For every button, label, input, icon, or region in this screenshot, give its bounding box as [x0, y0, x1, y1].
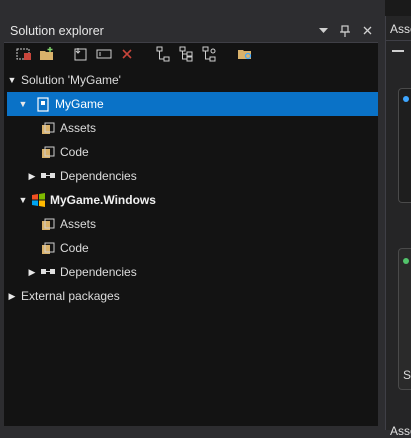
panel-titlebar: Solution explorer	[4, 19, 378, 43]
code-folder-icon	[40, 144, 56, 160]
solution-tree: ▼ Solution 'MyGame' ▼ MyGame Assets Code…	[4, 68, 378, 308]
sync-icon[interactable]	[199, 45, 219, 63]
expand-all-icon[interactable]	[153, 45, 173, 63]
asset-card-label: S	[403, 368, 411, 382]
solution-explorer-panel: Solution explorer ▼ Solution 'MyGame' ▼ …	[4, 19, 378, 426]
tree-item-code[interactable]: Code	[4, 140, 378, 164]
assets-folder-icon	[40, 120, 56, 136]
close-icon[interactable]	[356, 21, 378, 41]
project-label: MyGame	[55, 97, 104, 111]
panel-toolbar	[4, 43, 378, 65]
code-label: Code	[60, 241, 89, 255]
asset-panel-title[interactable]: Asse	[390, 22, 411, 36]
collapsed-arrow-icon[interactable]: ▶	[6, 290, 18, 302]
asset-panel-tab[interactable]: Asse	[390, 424, 411, 438]
external-packages-label: External packages	[21, 289, 120, 303]
import-icon[interactable]	[71, 45, 91, 63]
top-edge-strip	[385, 0, 411, 16]
status-dot-icon	[403, 258, 409, 264]
new-project-icon[interactable]	[14, 45, 34, 63]
tree-item-assets[interactable]: Assets	[4, 212, 378, 236]
collapsed-arrow-icon[interactable]: ▶	[26, 170, 38, 182]
minus-icon[interactable]	[392, 50, 404, 52]
dependencies-label: Dependencies	[60, 169, 137, 183]
expand-arrow-icon[interactable]: ▼	[6, 74, 18, 86]
windows-logo-icon	[30, 192, 46, 208]
expand-arrow-icon[interactable]: ▼	[17, 194, 29, 206]
add-folder-icon[interactable]	[37, 45, 57, 63]
assets-label: Assets	[60, 217, 97, 231]
pin-icon[interactable]	[334, 21, 356, 41]
collapsed-arrow-icon[interactable]: ▶	[26, 266, 38, 278]
assets-label: Assets	[60, 121, 97, 135]
show-files-icon[interactable]	[235, 45, 255, 63]
rename-icon[interactable]	[94, 45, 114, 63]
tree-item-assets[interactable]: Assets	[4, 116, 378, 140]
asset-card[interactable]	[398, 88, 411, 203]
tree-item-code[interactable]: Code	[4, 236, 378, 260]
dependencies-label: Dependencies	[60, 265, 137, 279]
code-folder-icon	[40, 240, 56, 256]
tree-item-external-packages[interactable]: ▶ External packages	[4, 284, 378, 308]
panel-title: Solution explorer	[10, 23, 104, 38]
status-dot-icon	[403, 96, 409, 102]
collapse-all-icon[interactable]	[176, 45, 196, 63]
delete-icon[interactable]	[117, 45, 137, 63]
tree-item-solution[interactable]: ▼ Solution 'MyGame'	[4, 68, 378, 92]
project-label: MyGame.Windows	[50, 193, 156, 207]
assets-folder-icon	[40, 216, 56, 232]
divider	[386, 40, 411, 41]
tree-item-dependencies[interactable]: ▶ Dependencies	[4, 260, 378, 284]
chevron-down-icon[interactable]	[312, 21, 334, 41]
tree-item-dependencies[interactable]: ▶ Dependencies	[4, 164, 378, 188]
tree-item-project-mygame[interactable]: ▼ MyGame	[7, 92, 378, 116]
tree-item-project-windows[interactable]: ▼ MyGame.Windows	[4, 188, 378, 212]
project-icon	[35, 96, 51, 112]
expand-arrow-icon[interactable]: ▼	[17, 98, 29, 110]
dependencies-icon	[40, 168, 56, 184]
code-label: Code	[60, 145, 89, 159]
solution-label: Solution 'MyGame'	[21, 73, 121, 87]
asset-panel-edge: Asse S Asse	[385, 16, 411, 438]
dependencies-icon	[40, 264, 56, 280]
